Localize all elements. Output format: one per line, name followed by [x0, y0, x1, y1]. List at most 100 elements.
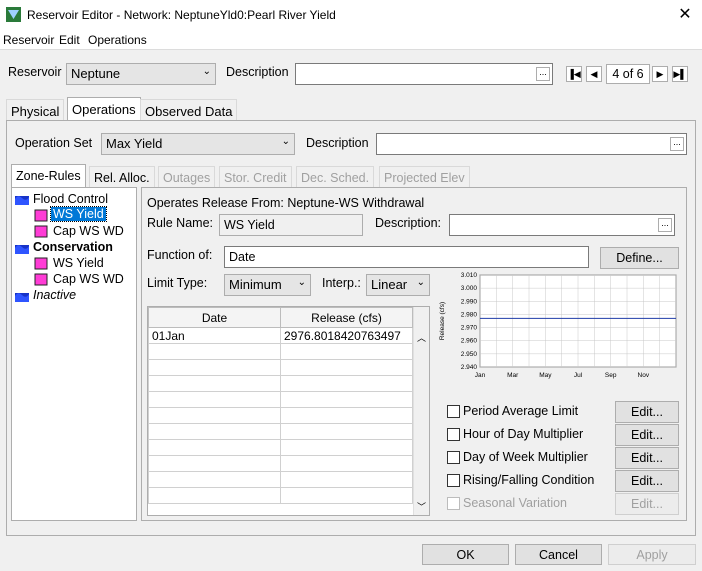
tree-rule-ws-yield[interactable]: WS Yield	[53, 256, 104, 270]
cell-empty[interactable]	[148, 407, 281, 424]
cell-empty[interactable]	[280, 439, 413, 456]
chart-ytick-label: 2.940	[461, 364, 478, 371]
rule-name-field[interactable]: WS Yield	[219, 214, 363, 236]
window-title: Reservoir Editor - Network: NeptuneYld0:…	[27, 8, 336, 22]
last-record-button[interactable]: ▶▌	[672, 66, 688, 82]
menu-edit[interactable]: Edit	[59, 33, 80, 47]
scroll-down-icon[interactable]: ﹀	[417, 500, 426, 513]
chart-xtick-label: Mar	[507, 372, 519, 379]
rising-falling-checkbox[interactable]	[447, 474, 460, 487]
seasonal-variation-checkbox[interactable]	[447, 497, 460, 510]
cell-empty[interactable]	[280, 487, 413, 504]
op-description-input[interactable]: ...	[376, 133, 687, 155]
menu-reservoir[interactable]: Reservoir	[3, 33, 54, 47]
tree-rule-cap-ws-wd[interactable]: Cap WS WD	[53, 224, 124, 238]
table-row	[148, 487, 413, 504]
cell-empty[interactable]	[148, 375, 281, 392]
edit-rising-falling-button[interactable]: Edit...	[615, 470, 679, 492]
function-of-field[interactable]: Date	[224, 246, 589, 268]
cell-empty[interactable]	[148, 359, 281, 376]
apply-button[interactable]: Apply	[608, 544, 696, 565]
tab-operations[interactable]: Operations	[67, 97, 141, 121]
scroll-up-icon[interactable]: ︿	[417, 331, 426, 344]
limit-type-label: Limit Type:	[147, 276, 208, 290]
edit-period-average-button[interactable]: Edit...	[615, 401, 679, 423]
cell-empty[interactable]	[148, 343, 281, 360]
hour-of-day-label: Hour of Day Multiplier	[463, 427, 584, 441]
rule-description-label: Description:	[375, 216, 441, 230]
cell-release[interactable]: 2976.8018420763497	[280, 327, 413, 344]
cell-empty[interactable]	[280, 455, 413, 472]
tree-rule-cap-ws-wd-2[interactable]: Cap WS WD	[53, 272, 124, 286]
cell-empty[interactable]	[148, 391, 281, 408]
menu-operations[interactable]: Operations	[88, 33, 147, 47]
zone-icon	[15, 293, 29, 302]
cell-empty[interactable]	[280, 359, 413, 376]
table-row	[148, 423, 413, 440]
ellipsis-button[interactable]: ...	[670, 137, 684, 151]
chart-ytick-label: 3.000	[461, 285, 478, 292]
chart-xtick-label: Nov	[638, 372, 650, 379]
cell-empty[interactable]	[280, 471, 413, 488]
reservoir-select[interactable]: Neptune ⌄	[66, 63, 216, 85]
rule-description-input[interactable]: ...	[449, 214, 675, 236]
cell-empty[interactable]	[148, 487, 281, 504]
operation-set-select[interactable]: Max Yield ⌄	[101, 133, 295, 155]
prev-record-button[interactable]: ◀	[586, 66, 602, 82]
edit-hour-of-day-button[interactable]: Edit...	[615, 424, 679, 446]
tree-zone-conservation[interactable]: Conservation	[33, 240, 113, 254]
table-scrollbar[interactable]: ︿ ﹀	[413, 307, 429, 515]
rule-icon	[34, 273, 48, 286]
next-record-button[interactable]: ▶	[652, 66, 668, 82]
first-record-button[interactable]: ▐◀	[566, 66, 582, 82]
tab-stor-credit[interactable]: Stor. Credit	[219, 166, 292, 188]
cell-empty[interactable]	[148, 471, 281, 488]
chart-xtick-label: Jul	[574, 372, 583, 379]
cell-date[interactable]: 01Jan	[148, 327, 281, 344]
tab-zone-rules[interactable]: Zone-Rules	[11, 164, 86, 188]
col-header-release[interactable]: Release (cfs)	[280, 307, 413, 328]
tab-rel-alloc[interactable]: Rel. Alloc.	[89, 166, 155, 188]
operates-release-from: Operates Release From: Neptune-WS Withdr…	[147, 196, 425, 210]
table-row	[148, 439, 413, 456]
tab-physical[interactable]: Physical	[6, 99, 65, 121]
cell-empty[interactable]	[148, 439, 281, 456]
ok-button[interactable]: OK	[422, 544, 509, 565]
limit-type-select[interactable]: Minimum ⌄	[224, 274, 311, 296]
table-row: 01Jan 2976.8018420763497	[148, 327, 413, 344]
cell-empty[interactable]	[280, 407, 413, 424]
define-button[interactable]: Define...	[600, 247, 679, 269]
tree-zone-flood-control[interactable]: Flood Control	[33, 192, 108, 206]
tab-projected-elev[interactable]: Projected Elev	[379, 166, 470, 188]
interp-select[interactable]: Linear ⌄	[366, 274, 430, 296]
cell-empty[interactable]	[280, 423, 413, 440]
cell-empty[interactable]	[148, 455, 281, 472]
table-row	[148, 455, 413, 472]
tree-rule-ws-yield-selected[interactable]: WS Yield	[50, 206, 107, 222]
day-of-week-checkbox[interactable]	[447, 451, 460, 464]
table-row	[148, 407, 413, 424]
reservoir-description-input[interactable]: ...	[295, 63, 553, 85]
edit-seasonal-variation-button[interactable]: Edit...	[615, 493, 679, 515]
close-icon[interactable]: ✕	[675, 5, 695, 25]
interp-label: Interp.:	[322, 276, 361, 290]
tab-observed-data[interactable]: Observed Data	[140, 99, 238, 121]
col-header-date[interactable]: Date	[148, 307, 281, 328]
cancel-button[interactable]: Cancel	[515, 544, 602, 565]
ellipsis-button[interactable]: ...	[536, 67, 550, 81]
tab-dec-sched[interactable]: Dec. Sched.	[296, 166, 375, 188]
cell-empty[interactable]	[280, 391, 413, 408]
table-row	[148, 359, 413, 376]
edit-day-of-week-button[interactable]: Edit...	[615, 447, 679, 469]
rising-falling-label: Rising/Falling Condition	[463, 473, 595, 487]
ellipsis-button[interactable]: ...	[658, 218, 672, 232]
cell-empty[interactable]	[280, 343, 413, 360]
cell-empty[interactable]	[280, 375, 413, 392]
period-average-checkbox[interactable]	[447, 405, 460, 418]
chart-xtick-label: Sep	[605, 372, 617, 379]
cell-empty[interactable]	[148, 423, 281, 440]
hour-of-day-checkbox[interactable]	[447, 428, 460, 441]
tree-zone-inactive[interactable]: Inactive	[33, 288, 76, 302]
release-table: Date Release (cfs) 01Jan 2976.8018420763…	[147, 306, 430, 516]
tab-outages[interactable]: Outages	[158, 166, 216, 188]
